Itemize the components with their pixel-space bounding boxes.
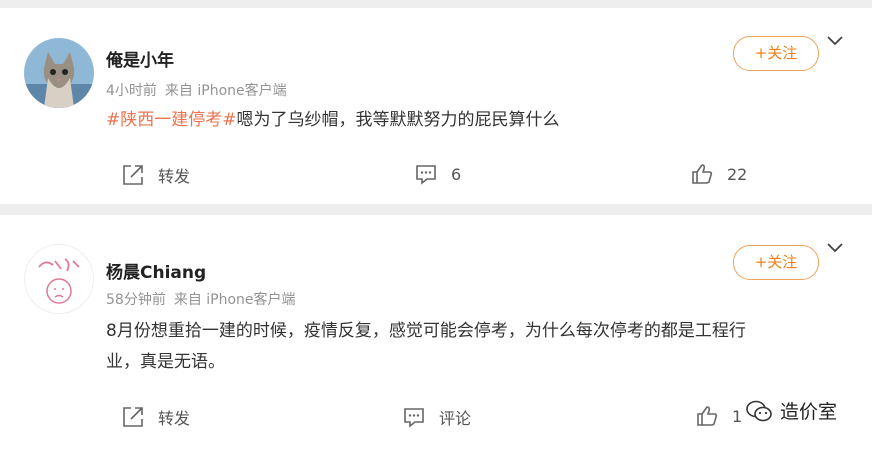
follow-button[interactable]: +关注 xyxy=(733,36,819,71)
avatar[interactable] xyxy=(24,244,94,314)
comment-label: 评论 xyxy=(439,409,472,428)
topic-tag[interactable]: #陕西一建停考# xyxy=(106,110,237,130)
post-body-line-2: 业，真是无语。 xyxy=(106,352,225,372)
post-meta: 4小时前 来自 iPhone客户端 xyxy=(106,80,295,100)
weibo-post-1: 俺是小年 4小时前 来自 iPhone客户端 +关注 #陕西一建停考#嗯为了乌纱帽… xyxy=(0,8,872,204)
post-meta: 58分钟前 来自 iPhone客户端 xyxy=(106,289,304,309)
watermark: 造价室 xyxy=(742,397,842,424)
repost-label: 转发 xyxy=(158,409,191,428)
like-button[interactable]: 1 xyxy=(696,405,742,427)
thumbs-up-icon xyxy=(692,164,713,184)
avatar[interactable] xyxy=(24,38,94,108)
comment-button[interactable]: 评论 xyxy=(403,405,471,429)
cat-avatar-icon xyxy=(24,38,94,108)
post-text: 8月份想重拾一建的时候，疫情反复，感觉可能会停考，为什么每次停考的都是工程行 业… xyxy=(106,316,836,378)
like-count: 22 xyxy=(727,164,748,184)
post-body: 嗯为了乌纱帽，我等默默努力的屁民算什么 xyxy=(236,110,560,130)
watermark-text: 造价室 xyxy=(780,401,838,423)
comment-count: 6 xyxy=(451,164,462,184)
post-time: 58分钟前 xyxy=(106,292,166,308)
username[interactable]: 杨晨Chiang xyxy=(106,258,206,283)
like-count: 1 xyxy=(732,406,743,426)
chevron-down-icon[interactable] xyxy=(827,243,843,253)
like-button[interactable]: 22 xyxy=(691,163,747,185)
comment-icon xyxy=(416,165,436,185)
post-source: 来自 iPhone客户端 xyxy=(173,292,296,308)
share-icon xyxy=(123,407,143,427)
comment-button[interactable]: 6 xyxy=(415,163,461,185)
wechat-icon xyxy=(746,400,772,421)
username[interactable]: 俺是小年 xyxy=(106,46,174,71)
post-time: 4小时前 xyxy=(106,83,157,99)
repost-label: 转发 xyxy=(158,167,191,186)
share-icon xyxy=(123,165,143,185)
thumbs-up-icon xyxy=(697,406,718,426)
chevron-down-icon[interactable] xyxy=(827,36,843,46)
post-body-line-1: 8月份想重拾一建的时候，疫情反复，感觉可能会停考，为什么每次停考的都是工程行 xyxy=(106,321,746,341)
post-source: 来自 iPhone客户端 xyxy=(164,83,287,99)
post-text: #陕西一建停考#嗯为了乌纱帽，我等默默努力的屁民算什么 xyxy=(106,105,836,136)
repost-button[interactable]: 转发 xyxy=(122,163,190,187)
comment-icon xyxy=(404,408,424,428)
doodle-avatar-icon xyxy=(25,245,93,313)
repost-button[interactable]: 转发 xyxy=(122,405,190,429)
follow-button[interactable]: +关注 xyxy=(733,245,819,280)
